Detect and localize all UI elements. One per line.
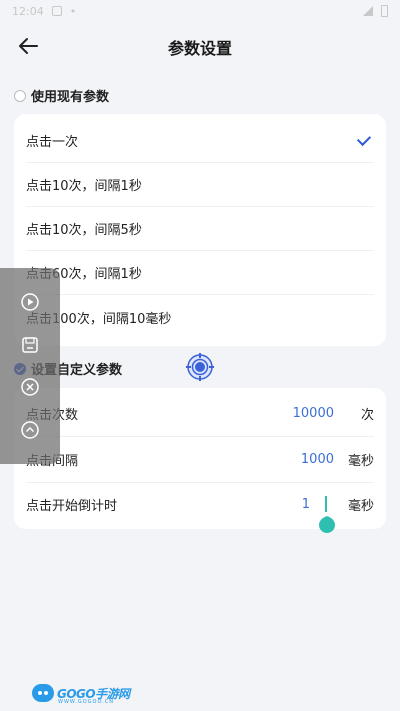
- save-button[interactable]: [20, 335, 40, 355]
- radio-existing-params[interactable]: 使用现有参数: [14, 86, 109, 105]
- chevron-up-icon: [21, 421, 39, 439]
- preset-item-label: 点击一次: [26, 135, 79, 150]
- preset-item-label: 点击10次，间隔5秒: [26, 223, 142, 238]
- watermark-url: WWW.GOGOO.CN: [58, 699, 115, 705]
- preset-item[interactable]: 点击10次，间隔1秒: [26, 163, 374, 207]
- play-button[interactable]: [20, 292, 40, 312]
- preset-item[interactable]: 点击60次，间隔1秒: [26, 251, 374, 295]
- click-count-unit: 次: [360, 408, 374, 423]
- signal-icon: [363, 6, 373, 16]
- preset-list: 点击一次 点击10次，间隔1秒 点击10次，间隔5秒 点击60次，间隔1秒 点击…: [14, 114, 386, 346]
- text-selection-handle[interactable]: [318, 512, 336, 534]
- click-count-row: 点击次数 次: [26, 391, 374, 437]
- custom-params-form: 点击次数 次 点击间隔 毫秒 点击开始倒计时 毫秒: [14, 388, 386, 529]
- click-interval-row: 点击间隔 毫秒: [26, 437, 374, 483]
- click-count-input[interactable]: [254, 406, 334, 421]
- collapse-button[interactable]: [20, 420, 40, 440]
- check-icon: [356, 131, 372, 146]
- top-bar: 参数设置: [0, 22, 400, 70]
- radio-unchecked-icon: [14, 89, 26, 102]
- status-bar: 12:04 •: [0, 0, 400, 22]
- click-interval-unit: 毫秒: [347, 454, 374, 469]
- preset-item[interactable]: 点击100次，间隔10毫秒: [26, 295, 374, 339]
- click-target-icon[interactable]: [186, 353, 214, 381]
- preset-item[interactable]: 点击一次: [26, 119, 374, 163]
- status-dot: •: [69, 4, 77, 18]
- click-count-label: 点击次数: [26, 404, 254, 423]
- gamepad-icon: [32, 684, 54, 702]
- click-interval-label: 点击间隔: [26, 450, 254, 469]
- watermark-logo: GOGO手游网 WWW.GOGOO.CN: [32, 680, 130, 706]
- preset-item[interactable]: 点击10次，间隔5秒: [26, 207, 374, 251]
- preset-item-label: 点击10次，间隔1秒: [26, 179, 142, 194]
- floating-control-panel: [0, 268, 60, 464]
- text-cursor: [325, 496, 327, 512]
- click-interval-input[interactable]: [254, 452, 334, 467]
- notification-icon: [51, 6, 62, 16]
- play-icon: [21, 293, 39, 311]
- countdown-label: 点击开始倒计时: [26, 498, 118, 514]
- page-title: 参数设置: [167, 39, 232, 58]
- close-button[interactable]: [20, 377, 40, 397]
- save-icon: [22, 337, 38, 353]
- countdown-unit: 毫秒: [347, 498, 374, 514]
- status-time: 12:04: [12, 4, 44, 18]
- radio-existing-label: 使用现有参数: [31, 90, 110, 105]
- battery-icon: [381, 5, 388, 17]
- countdown-input[interactable]: [254, 496, 310, 512]
- close-icon: [21, 378, 39, 396]
